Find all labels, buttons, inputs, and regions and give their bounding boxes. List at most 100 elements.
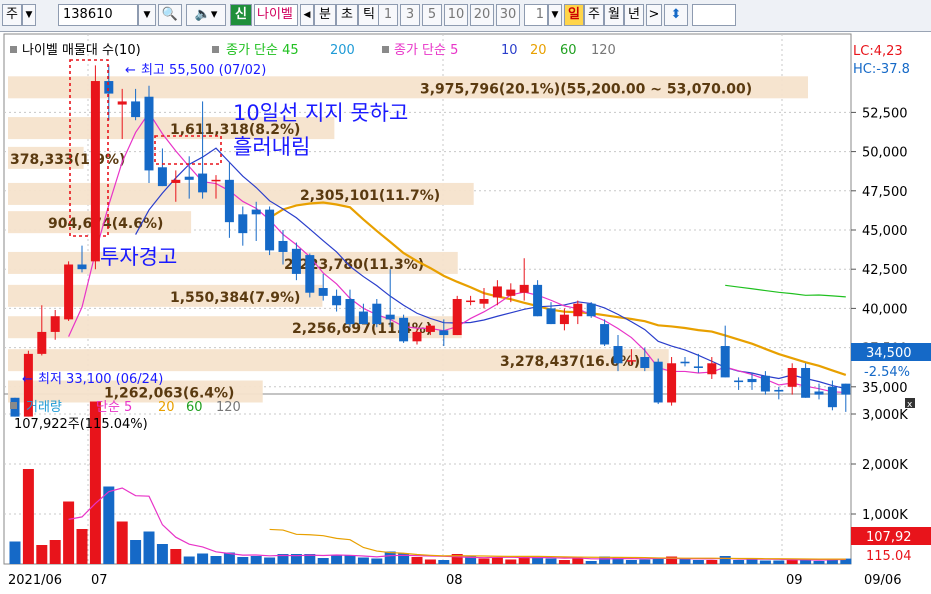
volume-profile-label: 3,975,796(20.1%)(55,200.00 ~ 53,070.00)	[420, 81, 752, 97]
interval-1[interactable]: 1	[378, 4, 398, 26]
volume-bar	[357, 557, 369, 564]
volume-bar	[63, 501, 75, 564]
interval-20[interactable]: 20	[470, 4, 494, 26]
updown-arrow-icon[interactable]: ⬍	[664, 4, 688, 26]
ma2-legend-label: 종가 단순 5	[394, 43, 458, 58]
unit-second[interactable]: 초	[336, 4, 358, 26]
count-dropdown-chevron-icon[interactable]: ▼	[548, 4, 562, 26]
volume-bar	[237, 557, 249, 564]
candle	[64, 261, 74, 321]
volume-bar	[813, 561, 825, 564]
timeframe-week[interactable]: 주	[584, 4, 604, 26]
price-tick-label: 47,500	[862, 185, 908, 200]
prev-unit-arrow-icon[interactable]: ◀	[300, 4, 314, 26]
candle-body	[546, 308, 556, 325]
volume-bar	[505, 559, 517, 564]
price-tick-label: 50,000	[862, 146, 908, 161]
candle-body	[439, 330, 449, 336]
ma2-legend-period-120: 120	[591, 43, 616, 58]
warning-annotation: 투자경고	[100, 245, 177, 269]
candle	[144, 85, 154, 183]
price-tick-label: 40,000	[862, 302, 908, 317]
volume-bar	[317, 558, 329, 564]
candle	[452, 295, 462, 336]
current-volume-ratio: 115.04	[866, 549, 912, 564]
interval-3[interactable]: 3	[400, 4, 420, 26]
lc-label: LC:4,23	[853, 44, 903, 59]
candle-body	[224, 179, 234, 223]
candle-body	[358, 311, 368, 325]
volume-bar	[585, 561, 597, 564]
candle-body	[117, 101, 127, 105]
volume-bar	[625, 560, 637, 564]
candle-body	[144, 96, 154, 171]
volume-profile-label: 2,305,101(11.7%)	[300, 188, 440, 204]
candle-body	[332, 295, 342, 306]
candle-body	[827, 386, 837, 408]
x-label-09: 09	[786, 573, 803, 588]
candle	[801, 363, 811, 398]
volume-bar	[639, 559, 651, 564]
volume-bar	[478, 558, 490, 564]
volume-bar	[800, 560, 812, 564]
volume-legend-icon	[10, 402, 17, 409]
candle-body	[734, 380, 744, 383]
ma10-annotation-line1: 10일선 지지 못하고	[233, 101, 408, 125]
close-panel-glyph: x	[907, 400, 913, 410]
x-label-0906: 09/06	[864, 573, 901, 588]
timeframe-year[interactable]: 년	[624, 4, 644, 26]
timeframe-day[interactable]: 일	[564, 4, 584, 26]
interval-5[interactable]: 5	[422, 4, 442, 26]
volume-bar	[438, 560, 450, 564]
market-select[interactable]: 주	[2, 4, 22, 26]
volume-bar	[424, 559, 436, 564]
market-dropdown-chevron-icon[interactable]: ▼	[22, 4, 36, 26]
volume-profile-label: 2,223,780(11.3%)	[284, 257, 424, 273]
price-legend-icon	[10, 46, 17, 53]
candle-body	[653, 361, 663, 403]
candle-body	[265, 209, 275, 251]
volume-bar	[719, 556, 731, 564]
volume-bar	[170, 549, 182, 564]
stock-code-input[interactable]: 138610	[58, 4, 138, 26]
extra-input[interactable]	[692, 4, 736, 26]
candle-body	[626, 360, 636, 362]
ma2-legend-period-20: 20	[530, 43, 547, 58]
count-input[interactable]: 1	[524, 4, 548, 26]
unit-minute[interactable]: 분	[314, 4, 336, 26]
candle-body	[399, 317, 409, 342]
current-volume-label: 107,92	[866, 530, 912, 545]
candle-body	[198, 173, 208, 193]
timeframe-month[interactable]: 월	[604, 4, 624, 26]
new-badge[interactable]: 신	[230, 4, 252, 26]
candle-body	[157, 167, 167, 187]
interval-10[interactable]: 10	[444, 4, 468, 26]
candle-body	[104, 81, 114, 94]
ma-legend-label: 종가 단순 45	[226, 43, 299, 58]
unit-tick[interactable]: 틱	[358, 4, 380, 26]
volume-legend-ma: 단순 5	[96, 400, 132, 415]
ma-legend-icon	[212, 46, 219, 53]
candle-body	[184, 176, 194, 180]
candle-body	[278, 240, 288, 252]
search-icon[interactable]: 🔍	[158, 4, 182, 26]
last-volume-label: 107,922주(115.04%)	[14, 417, 148, 432]
candle-body	[600, 324, 610, 345]
next-arrow-button[interactable]: >	[646, 4, 662, 26]
volume-tick-label: 1,000K	[862, 508, 908, 523]
volume-bar	[679, 559, 691, 564]
interval-30[interactable]: 30	[496, 4, 520, 26]
chart-area: 52,50050,00047,50045,00042,50040,00037,5…	[3, 33, 931, 588]
volume-bar	[746, 559, 758, 564]
volume-bar	[76, 529, 88, 564]
volume-legend-period-120: 120	[216, 400, 241, 415]
candle-body	[559, 314, 569, 325]
speaker-icon[interactable]: 🔈▾	[186, 4, 226, 26]
low-marker-arrow-icon: ←	[22, 372, 33, 387]
stock-code-dropdown-chevron-icon[interactable]: ▼	[138, 4, 156, 26]
volume-bar	[692, 560, 704, 564]
price-tick-label: 35,000	[862, 381, 908, 396]
candle-body	[318, 288, 328, 296]
candle-body	[372, 303, 382, 325]
candle-body	[425, 325, 435, 332]
